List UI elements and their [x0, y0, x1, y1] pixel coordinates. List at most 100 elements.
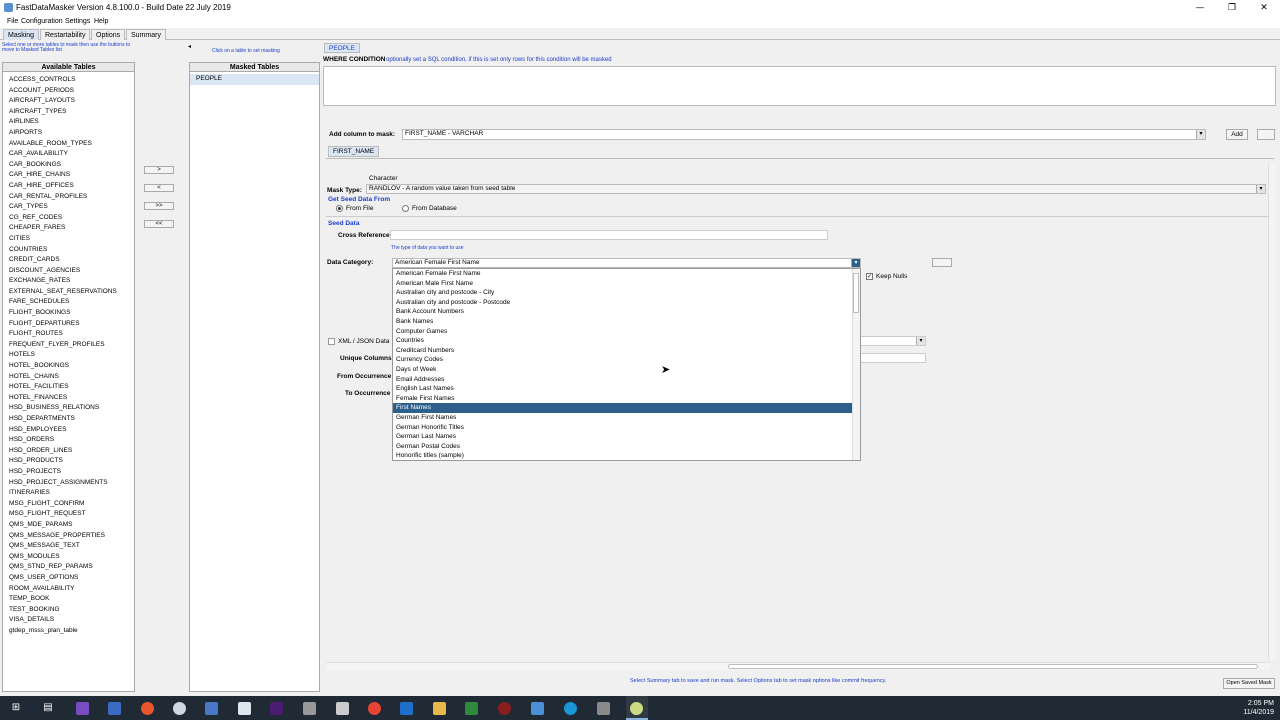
data-category-option[interactable]: Australian city and postcode - City [393, 288, 853, 298]
available-table-item[interactable]: QMS_MESSAGE_TEXT [3, 541, 134, 552]
data-category-option[interactable]: German Last Names [393, 432, 853, 442]
available-table-item[interactable]: HSD_PROJECTS [3, 467, 134, 478]
notepad-icon[interactable] [238, 702, 251, 715]
available-table-item[interactable]: EXCHANGE_RATES [3, 276, 134, 287]
available-table-item[interactable]: QMS_MODULES [3, 552, 134, 563]
app-blue-icon[interactable] [531, 702, 544, 715]
data-category-option[interactable]: Email Addresses [393, 375, 853, 385]
skype-icon[interactable] [564, 702, 577, 715]
close-button[interactable]: ✕ [1248, 0, 1280, 16]
available-table-item[interactable]: HOTEL_FACILITIES [3, 382, 134, 393]
tab-summary[interactable]: Summary [126, 29, 166, 40]
available-table-item[interactable]: AVAILABLE_ROOM_TYPES [3, 139, 134, 150]
menu-configuration[interactable]: Configuration [21, 18, 63, 25]
minimize-button[interactable]: — [1184, 0, 1216, 16]
tab-options[interactable]: Options [91, 29, 126, 40]
data-category-select[interactable]: American Female First Name ▾ [392, 258, 861, 268]
chrome-icon[interactable] [368, 702, 381, 715]
dropdown-scrollbar[interactable] [852, 269, 860, 460]
excel-icon[interactable] [465, 702, 478, 715]
available-table-item[interactable]: QMS_MDE_PARAMS [3, 520, 134, 531]
task-view-icon[interactable]: ▤ [40, 701, 56, 715]
available-table-item[interactable]: MSG_FLIGHT_REQUEST [3, 509, 134, 520]
cross-reference-input[interactable] [390, 230, 828, 240]
available-table-item[interactable]: TEST_BOOKING [3, 605, 134, 616]
move-left-button[interactable]: < [144, 184, 174, 192]
available-table-item[interactable]: AIRCRAFT_LAYOUTS [3, 96, 134, 107]
menu-settings[interactable]: Settings [65, 18, 90, 25]
app-orange-icon[interactable] [141, 702, 154, 715]
data-category-option[interactable]: English Last Names [393, 384, 853, 394]
available-table-item[interactable]: VISA_DETAILS [3, 615, 134, 626]
menu-file[interactable]: File [7, 18, 18, 25]
data-category-options-button[interactable] [932, 258, 952, 267]
data-category-option[interactable]: German Postal Codes [393, 442, 853, 452]
app-triangle-icon[interactable] [303, 702, 316, 715]
data-category-option[interactable]: German Honorific Titles [393, 423, 853, 433]
available-table-item[interactable]: CAR_RENTAL_PROFILES [3, 192, 134, 203]
available-table-item[interactable]: HSD_DEPARTMENTS [3, 414, 134, 425]
available-table-item[interactable]: DISCOUNT_AGENCIES [3, 266, 134, 277]
app-film-icon[interactable] [336, 702, 349, 715]
available-table-item[interactable]: CHEAPER_FARES [3, 223, 134, 234]
app-tools-icon[interactable] [597, 702, 610, 715]
masked-collapse-icon[interactable]: ◂ [188, 43, 195, 50]
vertical-scrollbar[interactable] [1268, 164, 1276, 659]
available-table-item[interactable]: HSD_EMPLOYEES [3, 425, 134, 436]
where-condition-input[interactable] [323, 66, 1276, 106]
menu-help[interactable]: Help [94, 18, 108, 25]
file-explorer-icon[interactable] [433, 702, 446, 715]
available-table-item[interactable]: QMS_USER_OPTIONS [3, 573, 134, 584]
available-table-item[interactable]: HSD_PRODUCTS [3, 456, 134, 467]
outlook-icon[interactable] [400, 702, 413, 715]
data-category-option[interactable]: Honorific titles (sample) [393, 451, 853, 461]
from-database-radio[interactable] [402, 205, 409, 212]
app-red-icon[interactable] [498, 702, 511, 715]
add-column-button[interactable]: Add [1226, 129, 1248, 140]
available-table-item[interactable]: COUNTRIES [3, 245, 134, 256]
add-column-select[interactable]: FIRST_NAME - VARCHAR ▾ [402, 129, 1206, 140]
available-table-item[interactable]: HSD_ORDERS [3, 435, 134, 446]
available-table-item[interactable]: HSD_ORDER_LINES [3, 446, 134, 457]
table-tab-people[interactable]: PEOPLE [324, 43, 361, 53]
app-network-icon[interactable] [205, 702, 218, 715]
available-table-item[interactable]: FLIGHT_ROUTES [3, 329, 134, 340]
dropdown-scroll-thumb[interactable] [853, 273, 859, 313]
available-table-item[interactable]: FLIGHT_BOOKINGS [3, 308, 134, 319]
available-table-item[interactable]: HOTELS [3, 350, 134, 361]
available-table-item[interactable]: CITIES [3, 234, 134, 245]
available-table-item[interactable]: HOTEL_BOOKINGS [3, 361, 134, 372]
available-table-item[interactable]: HOTEL_CHAINS [3, 372, 134, 383]
system-clock[interactable]: 2:05 PM 11/4/2019 [1243, 699, 1274, 717]
available-table-item[interactable]: QMS_MESSAGE_PROPERTIES [3, 531, 134, 542]
column-options-button[interactable] [1257, 129, 1275, 140]
restore-button[interactable]: ❐ [1216, 0, 1248, 16]
available-table-item[interactable]: CAR_TYPES [3, 202, 134, 213]
data-category-option[interactable]: German First Names [393, 413, 853, 423]
visual-studio-icon[interactable] [76, 702, 89, 715]
data-category-option[interactable]: First Names [393, 403, 853, 413]
app-globe-icon[interactable] [173, 702, 186, 715]
data-category-option[interactable]: American Male First Name [393, 279, 853, 289]
available-table-item[interactable]: HOTEL_FINANCES [3, 393, 134, 404]
data-category-option[interactable]: Female First Names [393, 394, 853, 404]
data-category-option[interactable]: Australian city and postcode - Postcode [393, 298, 853, 308]
data-category-option[interactable]: Days of Week [393, 365, 853, 375]
data-category-option[interactable]: Countries [393, 336, 853, 346]
move-all-left-button[interactable]: << [144, 220, 174, 228]
move-all-right-button[interactable]: >> [144, 202, 174, 210]
windows-start-icon[interactable]: ⊞ [8, 701, 24, 715]
available-table-item[interactable]: ACCESS_CONTROLS [3, 75, 134, 86]
data-category-option[interactable]: Bank Account Numbers [393, 307, 853, 317]
tab-masking[interactable]: Masking [3, 29, 40, 40]
available-table-item[interactable]: CAR_BOOKINGS [3, 160, 134, 171]
available-table-item[interactable]: CAR_HIRE_CHAINS [3, 170, 134, 181]
from-file-radio[interactable] [336, 205, 343, 212]
horizontal-scrollbar[interactable] [326, 662, 1270, 670]
tab-restartability[interactable]: Restartability [40, 29, 91, 40]
vscode-icon[interactable] [108, 702, 121, 715]
premiere-icon[interactable] [270, 702, 283, 715]
available-table-item[interactable]: TEMP_BOOK [3, 594, 134, 605]
available-table-item[interactable]: AIRLINES [3, 117, 134, 128]
data-category-option[interactable]: Bank Names [393, 317, 853, 327]
